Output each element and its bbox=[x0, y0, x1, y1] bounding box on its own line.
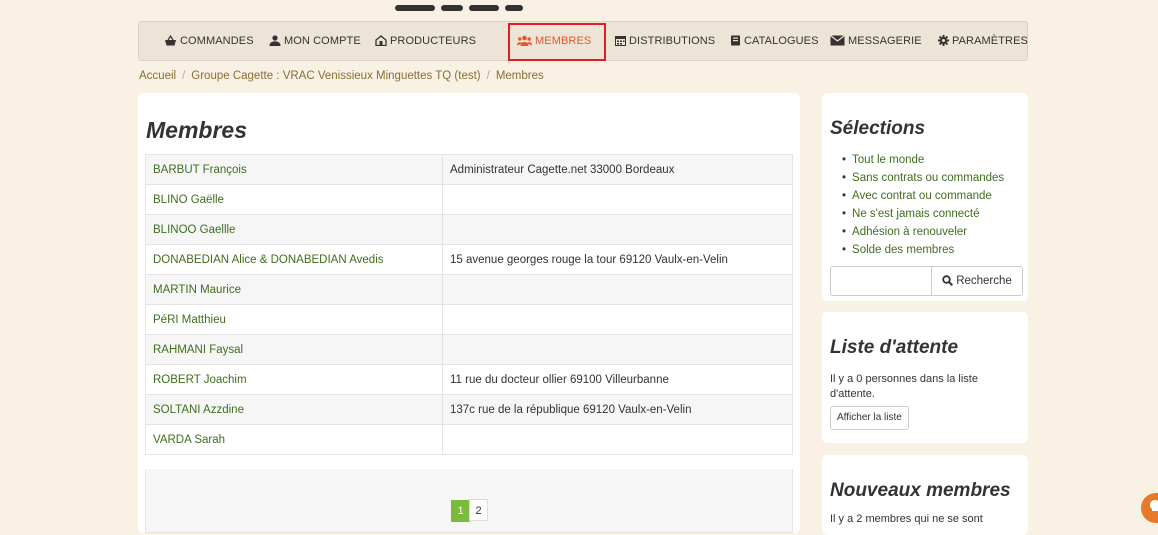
list-item[interactable]: Ne s'est jamais connecté bbox=[842, 205, 1004, 223]
member-name[interactable]: SOLTANI Azzdine bbox=[145, 394, 443, 425]
member-name[interactable]: ROBERT Joachim bbox=[145, 364, 443, 395]
calendar-icon bbox=[615, 36, 626, 46]
breadcrumb-current: Membres bbox=[495, 70, 544, 82]
envelope-icon bbox=[830, 35, 845, 46]
new-members-title: Nouveaux membres bbox=[830, 480, 1011, 501]
member-address bbox=[442, 184, 793, 215]
table-row[interactable]: DONABEDIAN Alice & DONABEDIAN Avedis 15 a… bbox=[145, 244, 793, 275]
members-panel: Membres BARBUT François Administrateur Ca… bbox=[138, 93, 800, 533]
nav-distributions[interactable]: DISTRIBUTIONS bbox=[615, 22, 715, 60]
table-row[interactable]: SOLTANI Azzdine 137c rue de la république… bbox=[145, 394, 793, 425]
member-address bbox=[442, 274, 793, 305]
member-address bbox=[442, 304, 793, 335]
list-item[interactable]: Solde des membres bbox=[842, 241, 1004, 259]
member-address bbox=[442, 214, 793, 245]
member-name[interactable]: BLINO Gaëlle bbox=[145, 184, 443, 215]
table-row[interactable]: PéRI Matthieu bbox=[145, 304, 793, 335]
table-footer: 12 bbox=[145, 469, 793, 533]
list-item[interactable]: Adhésion à renouveler bbox=[842, 223, 1004, 241]
help-button[interactable] bbox=[1141, 493, 1158, 523]
page-1-button[interactable]: 1 bbox=[451, 500, 470, 522]
list-item[interactable]: Sans contrats ou commandes bbox=[842, 169, 1004, 187]
search-row: Recherche bbox=[830, 266, 1024, 296]
farm-icon bbox=[375, 35, 387, 47]
member-name[interactable]: PéRI Matthieu bbox=[145, 304, 443, 335]
search-input[interactable] bbox=[830, 266, 932, 296]
table-row[interactable]: BLINOO Gaellle bbox=[145, 214, 793, 245]
breadcrumb-group[interactable]: Groupe Cagette : VRAC Venissieux Minguet… bbox=[191, 70, 480, 82]
page-2-button[interactable]: 2 bbox=[469, 499, 488, 521]
members-table: BARBUT François Administrateur Cagette.ne… bbox=[145, 154, 793, 455]
users-icon bbox=[517, 35, 532, 46]
nav-parametres[interactable]: PARAMÈTRES bbox=[938, 22, 1028, 60]
member-name[interactable]: VARDA Sarah bbox=[145, 424, 443, 455]
gear-icon bbox=[938, 35, 949, 46]
member-address: 11 rue du docteur ollier 69100 Villeurba… bbox=[442, 364, 793, 395]
table-row[interactable]: MARTIN Maurice bbox=[145, 274, 793, 305]
new-members-text: Il y a 2 membres qui ne se sont bbox=[830, 513, 983, 525]
member-name[interactable]: RAHMANI Faysal bbox=[145, 334, 443, 365]
cut-off-header-fragment bbox=[395, 0, 695, 12]
table-row[interactable]: VARDA Sarah bbox=[145, 424, 793, 455]
nav-mon-compte[interactable]: MON COMPTE bbox=[269, 22, 361, 60]
user-icon bbox=[269, 35, 281, 46]
member-address: Administrateur Cagette.net 33000 Bordeau… bbox=[442, 154, 793, 185]
breadcrumb: Accueil / Groupe Cagette : VRAC Venissieux… bbox=[139, 70, 544, 82]
selections-list: Tout le monde Sans contrats ou commandes… bbox=[842, 151, 1004, 259]
nav-commandes[interactable]: COMMANDES bbox=[164, 22, 254, 60]
member-name[interactable]: BARBUT François bbox=[145, 154, 443, 185]
table-row[interactable]: ROBERT Joachim 11 rue du docteur ollier 6… bbox=[145, 364, 793, 395]
member-address: 137c rue de la république 69120 Vaulx-en… bbox=[442, 394, 793, 425]
nav-messagerie[interactable]: MESSAGERIE bbox=[830, 22, 922, 60]
table-row[interactable]: BLINO Gaëlle bbox=[145, 184, 793, 215]
selections-title: Sélections bbox=[830, 118, 926, 139]
list-item[interactable]: Tout le monde bbox=[842, 151, 1004, 169]
show-waitlist-button[interactable]: Afficher la liste bbox=[830, 406, 909, 430]
breadcrumb-home[interactable]: Accueil bbox=[139, 70, 176, 82]
waitlist-text: Il y a 0 personnes dans la liste d'atten… bbox=[830, 373, 978, 400]
waitlist-title: Liste d'attente bbox=[830, 337, 959, 358]
table-row[interactable]: BARBUT François Administrateur Cagette.ne… bbox=[145, 154, 793, 185]
search-icon bbox=[942, 275, 954, 287]
waitlist-panel: Liste d'attente Il y a 0 personnes dans … bbox=[822, 312, 1028, 443]
nav-catalogues[interactable]: CATALOGUES bbox=[730, 22, 819, 60]
selections-panel: Sélections Tout le monde Sans contrats o… bbox=[822, 93, 1028, 301]
table-row[interactable]: RAHMANI Faysal bbox=[145, 334, 793, 365]
pagination: 12 bbox=[451, 499, 488, 522]
new-members-panel: Nouveaux membres Il y a 2 membres qui ne… bbox=[822, 455, 1028, 535]
member-address bbox=[442, 424, 793, 455]
nav-membres[interactable]: MEMBRES bbox=[517, 22, 591, 60]
search-button[interactable]: Recherche bbox=[931, 266, 1023, 296]
member-name[interactable]: DONABEDIAN Alice & DONABEDIAN Avedis bbox=[145, 244, 443, 275]
shopping-basket-icon bbox=[165, 34, 176, 46]
list-item[interactable]: Avec contrat ou commande bbox=[842, 187, 1004, 205]
member-address: 15 avenue georges rouge la tour 69120 Va… bbox=[442, 244, 793, 275]
member-name[interactable]: MARTIN Maurice bbox=[145, 274, 443, 305]
nav-producteurs[interactable]: PRODUCTEURS bbox=[375, 22, 476, 60]
page-title: Membres bbox=[146, 117, 247, 143]
member-name[interactable]: BLINOO Gaellle bbox=[145, 214, 443, 245]
book-icon bbox=[731, 35, 740, 46]
lightbulb-icon bbox=[1150, 500, 1158, 511]
member-address bbox=[442, 334, 793, 365]
main-navbar: COMMANDES MON COMPTE PRODUCTEURS MEMBRES… bbox=[138, 21, 1028, 61]
